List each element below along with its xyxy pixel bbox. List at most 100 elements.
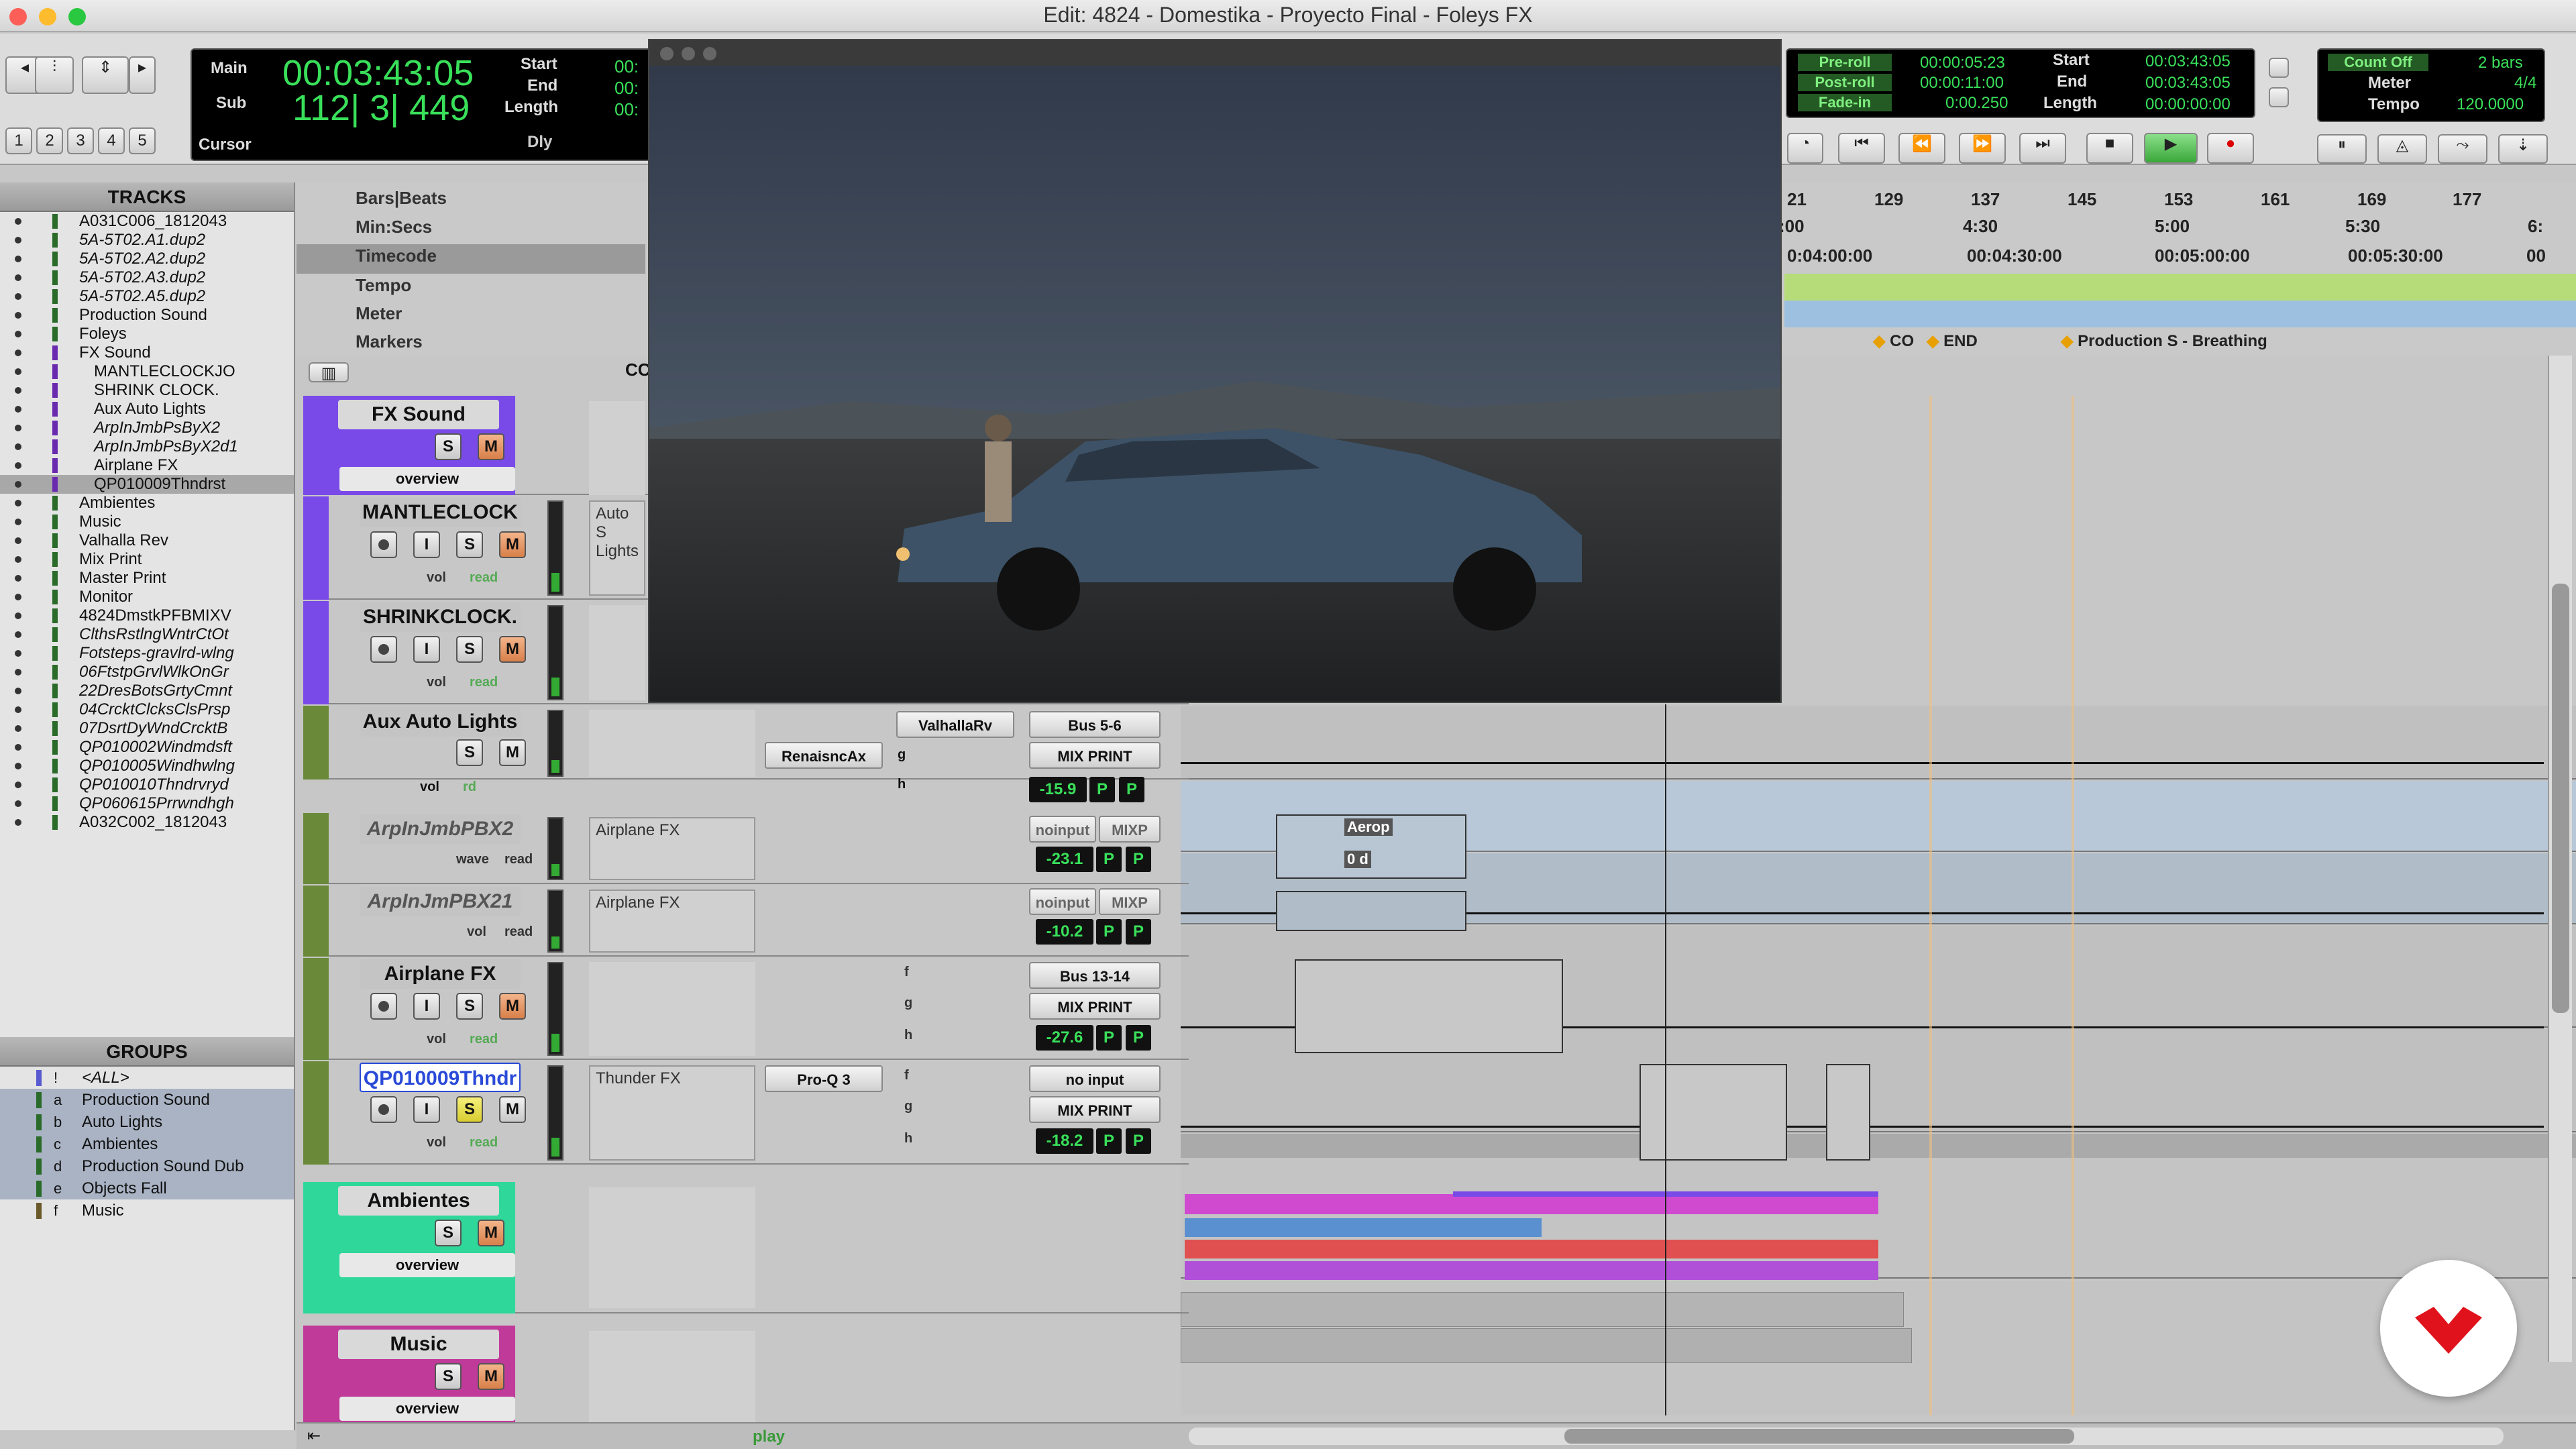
aux-name[interactable]: Aux Auto Lights (360, 707, 521, 737)
preroll-value[interactable]: 00:00:05:23 (1920, 54, 2005, 72)
track-visible-icon[interactable] (15, 782, 21, 788)
arp2-pan-right[interactable]: P (1126, 919, 1151, 945)
shrinkclock-name[interactable]: SHRINKCLOCK. (360, 602, 521, 632)
arp1-output-selector[interactable]: MIXP (1099, 816, 1161, 843)
track-visible-icon[interactable] (15, 406, 21, 413)
length-value[interactable]: 00: (614, 99, 639, 120)
track-visible-icon[interactable] (15, 706, 21, 713)
clip-airplane[interactable] (1295, 959, 1563, 1053)
ruler-markers[interactable]: Markers (356, 331, 423, 352)
zoom-preset-4[interactable]: 4 (98, 127, 125, 154)
clip-music-2[interactable] (1181, 1328, 1912, 1363)
track-list-item[interactable]: ArpInJmbPsByX2 (0, 419, 294, 437)
track-list-item[interactable]: Music (0, 513, 294, 531)
ambientes-overview[interactable]: overview (339, 1253, 515, 1277)
go-to-end-icon[interactable]: ⏭ (2019, 133, 2066, 164)
arp1-input-selector[interactable]: noinput (1029, 816, 1096, 843)
track-list-item[interactable]: Mix Print (0, 550, 294, 569)
sync-toggle-b[interactable] (2269, 87, 2289, 107)
video-minimize-icon[interactable] (682, 47, 695, 60)
airplane-mute-button[interactable]: M (499, 993, 526, 1020)
record-icon[interactable]: ● (2207, 133, 2254, 164)
rewind-icon[interactable]: ⏪ (1898, 133, 1945, 164)
return-to-zero-icon[interactable]: ⏮ (1838, 133, 1885, 164)
arp2-output-selector[interactable]: MIXP (1099, 888, 1161, 915)
tempo-value[interactable]: 120.0000 (2457, 95, 2524, 114)
qp-mute-button[interactable]: M (499, 1096, 526, 1123)
aux-mute-button[interactable]: M (499, 739, 526, 766)
group-item[interactable]: f Music (0, 1199, 294, 1222)
track-list-item[interactable]: 4824DmstkPFBMIXV (0, 606, 294, 625)
track-visible-icon[interactable] (15, 594, 21, 600)
zoom-right-button[interactable]: ▸ (129, 56, 156, 94)
qp-name[interactable]: QP010009Thndr (360, 1063, 521, 1092)
vertical-scrollbar[interactable] (2548, 356, 2572, 1362)
scroll-left-icon[interactable]: ⇤ (307, 1426, 321, 1446)
airplane-input-button[interactable]: I (413, 993, 440, 1020)
track-visible-icon[interactable] (15, 631, 21, 638)
track-list-item[interactable]: A031C006_1812043 (0, 212, 294, 231)
arp2-pan-left[interactable]: P (1096, 919, 1122, 945)
qp-record-button[interactable] (370, 1096, 397, 1123)
track-list-item[interactable]: Master Print (0, 569, 294, 588)
qp-input-selector[interactable]: no input (1029, 1065, 1161, 1092)
arp1-comment[interactable]: Airplane FX (589, 817, 755, 880)
qp-send-g[interactable]: g (904, 1099, 912, 1114)
fx-sound-overview[interactable]: overview (339, 467, 515, 491)
track-visible-icon[interactable] (15, 387, 21, 394)
track-list-item[interactable]: Ambientes (0, 494, 294, 513)
airplane-name[interactable]: Airplane FX (360, 959, 521, 989)
arp1-view[interactable]: wave (456, 852, 489, 867)
conductor-button[interactable]: ⇣ (2498, 134, 2548, 164)
aux-send-f[interactable]: ValhallaRv (896, 711, 1014, 738)
sub-value[interactable]: 112| 3| 449 (292, 87, 470, 129)
track-list-item[interactable]: Foleys (0, 325, 294, 343)
zoom-preset-1[interactable]: 1 (5, 127, 32, 154)
mantleclock-name[interactable]: MANTLECLOCK (360, 498, 521, 527)
mantleclock-input-button[interactable]: I (413, 531, 440, 558)
forward-icon[interactable]: ⏩ (1959, 133, 2006, 164)
arp2-name[interactable]: ArpInJmPBX21 (360, 887, 521, 916)
airplane-output-selector[interactable]: MIX PRINT (1029, 993, 1161, 1020)
qp-volume-value[interactable]: -18.2 (1036, 1128, 1093, 1154)
music-name[interactable]: Music (338, 1330, 499, 1359)
clip-ambientes-1[interactable] (1185, 1194, 1878, 1214)
airplane-send-g[interactable]: g (904, 996, 912, 1011)
track-visible-icon[interactable] (15, 669, 21, 676)
marker-co[interactable]: CO (1873, 331, 1914, 351)
airplane-pan-left[interactable]: P (1096, 1025, 1122, 1051)
arp2-view[interactable]: vol (467, 924, 486, 940)
track-visible-icon[interactable] (15, 274, 21, 281)
midi-merge-button[interactable]: ⤳ (2438, 134, 2487, 164)
zoom-preset-5[interactable]: 5 (129, 127, 156, 154)
video-zoom-icon[interactable] (703, 47, 716, 60)
track-visible-icon[interactable] (15, 462, 21, 469)
track-visible-icon[interactable] (15, 331, 21, 337)
track-visible-icon[interactable] (15, 650, 21, 657)
fx-sound-name[interactable]: FX Sound (338, 400, 499, 429)
clip-qp-b[interactable] (1826, 1064, 1870, 1161)
shrinkclock-mute-button[interactable]: M (499, 636, 526, 663)
track-visible-icon[interactable] (15, 443, 21, 450)
fadein-label[interactable]: Fade-in (1798, 94, 1892, 111)
clip-arp2[interactable] (1276, 891, 1466, 931)
airplane-volume-value[interactable]: -27.6 (1036, 1025, 1093, 1051)
zoom-preset-3[interactable]: 3 (67, 127, 94, 154)
track-visible-icon[interactable] (15, 368, 21, 375)
postroll-label[interactable]: Post-roll (1798, 74, 1892, 91)
fx-sound-mute-button[interactable]: M (478, 433, 504, 460)
ruler-meter[interactable]: Meter (356, 303, 402, 324)
track-list-item[interactable]: A032C002_1812043 (0, 813, 294, 832)
dly-label[interactable]: Dly (527, 133, 552, 152)
aux-send-h[interactable]: h (898, 777, 906, 792)
qp-view[interactable]: vol (427, 1135, 446, 1150)
fx-sound-solo-button[interactable]: S (435, 433, 462, 460)
sel-end-value[interactable]: 00:03:43:05 (2145, 74, 2231, 93)
track-list-item[interactable]: QP010005Windhwlng (0, 757, 294, 775)
mantleclock-mute-button[interactable]: M (499, 531, 526, 558)
arp2-automation[interactable]: read (504, 924, 533, 940)
track-list-item[interactable]: 06FtstpGrvlWlkOnGr (0, 663, 294, 682)
mantleclock-view[interactable]: vol (427, 570, 446, 586)
zoom-vertical-button[interactable]: ⇕ (82, 56, 129, 94)
qp-input-button[interactable]: I (413, 1096, 440, 1123)
